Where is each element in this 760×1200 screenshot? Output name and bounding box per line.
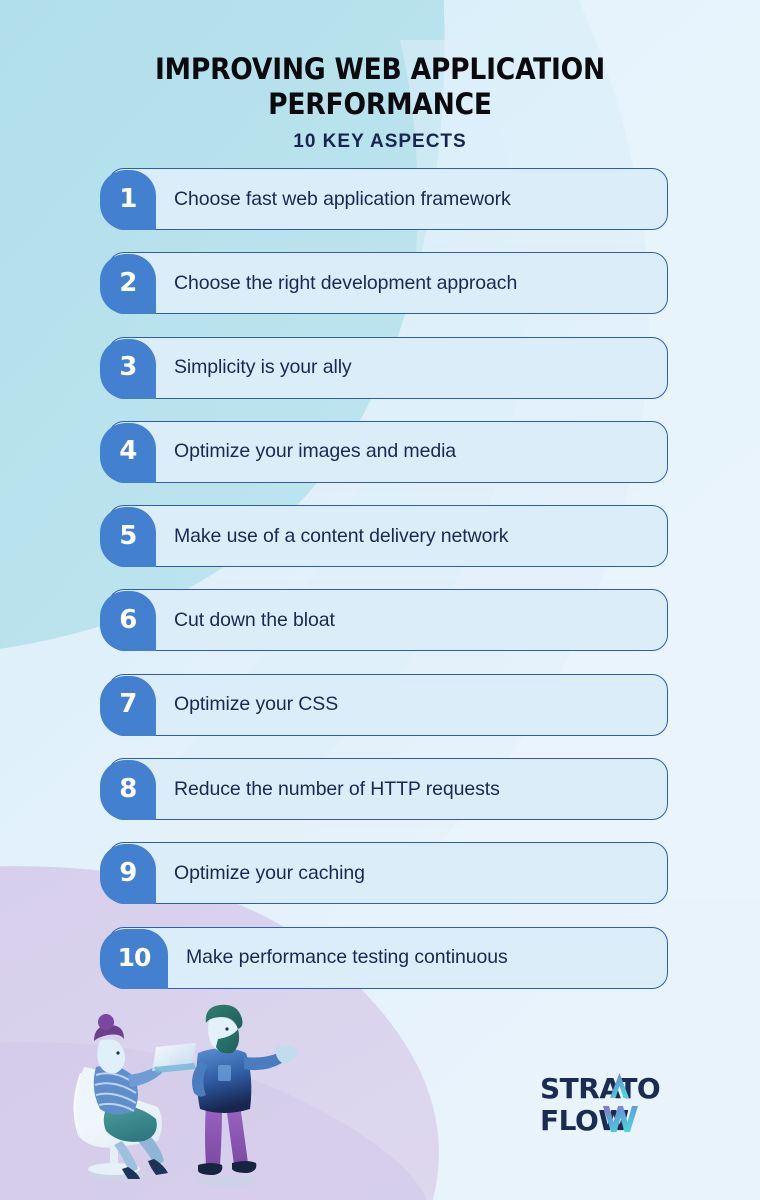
list-item-badge: 7 [100,675,156,736]
list-item-badge: 2 [100,254,156,315]
list-item-number: 2 [119,267,137,298]
woman-hair-bun [98,1014,114,1030]
header: IMPROVING WEB APPLICATION PERFORMANCE 10… [0,52,760,153]
list-item-label: Make use of a content delivery network [174,524,509,547]
list-item-label: Optimize your caching [174,861,365,884]
man-shoe-right [232,1161,257,1173]
logo-text-strato: STRATO [540,1072,660,1105]
list-item-number: 6 [119,604,137,635]
list-item-badge: 5 [100,507,156,568]
standing-man-figure [192,1004,298,1175]
list-item[interactable]: 1 Choose fast web application framework [100,168,668,230]
list-item-number: 7 [119,689,137,720]
list-item-label: Choose fast web application framework [174,187,511,210]
list-item-label: Reduce the number of HTTP requests [174,777,500,800]
aspects-list: 1 Choose fast web application framework … [100,168,668,1011]
list-item-badge: 3 [100,338,156,399]
list-item-badge: 10 [100,928,168,989]
list-item[interactable]: 9 Optimize your caching [100,842,668,905]
list-item-badge: 4 [100,422,156,483]
stratoflow-logo: STRATO FLOW [540,1072,661,1137]
list-item-label: Optimize your images and media [174,440,457,463]
list-item-number: 1 [119,183,137,214]
people-illustration [73,1004,298,1187]
list-item-number: 3 [119,352,137,383]
list-item-number: 8 [119,773,137,804]
woman-head [97,1039,125,1074]
list-item-number: 9 [119,857,137,888]
list-item[interactable]: 7 Optimize your CSS [100,673,668,736]
list-item[interactable]: 8 Reduce the number of HTTP requests [100,758,668,821]
list-item-label: Make performance testing continuous [186,946,508,969]
list-item[interactable]: 10 Make performance testing continuous [100,926,668,989]
list-item-number: 5 [119,520,137,551]
page-subtitle: 10 KEY ASPECTS [293,131,467,152]
infographic-poster: IMPROVING WEB APPLICATION PERFORMANCE 10… [0,0,760,1200]
list-item[interactable]: 5 Make use of a content delivery network [100,505,668,568]
man-eye [225,1027,229,1031]
list-item[interactable]: 3 Simplicity is your ally [100,336,668,399]
list-item-badge: 6 [100,591,156,652]
list-item-label: Simplicity is your ally [174,356,352,379]
list-item-number: 4 [119,436,137,467]
list-item-badge: 8 [100,760,156,821]
list-item[interactable]: 2 Choose the right development approach [100,252,668,315]
seated-woman-figure [73,1014,196,1179]
list-item-badge: 1 [100,170,156,230]
list-item-badge: 9 [100,844,156,905]
man-shadow [196,1175,256,1187]
man-arm-right [244,1053,282,1071]
list-item-label: Cut down the bloat [174,608,335,631]
man-shoe-left [198,1163,223,1175]
man-pocket [218,1065,231,1081]
list-item[interactable]: 4 Optimize your images and media [100,420,668,483]
list-item[interactable]: 6 Cut down the bloat [100,589,668,652]
list-item-label: Optimize your CSS [174,693,339,716]
man-leg-right [226,1105,248,1165]
woman-eye [116,1051,120,1055]
page-title: IMPROVING WEB APPLICATION PERFORMANCE [154,52,606,121]
list-item-label: Choose the right development approach [174,271,518,294]
list-item-number: 10 [117,942,152,972]
